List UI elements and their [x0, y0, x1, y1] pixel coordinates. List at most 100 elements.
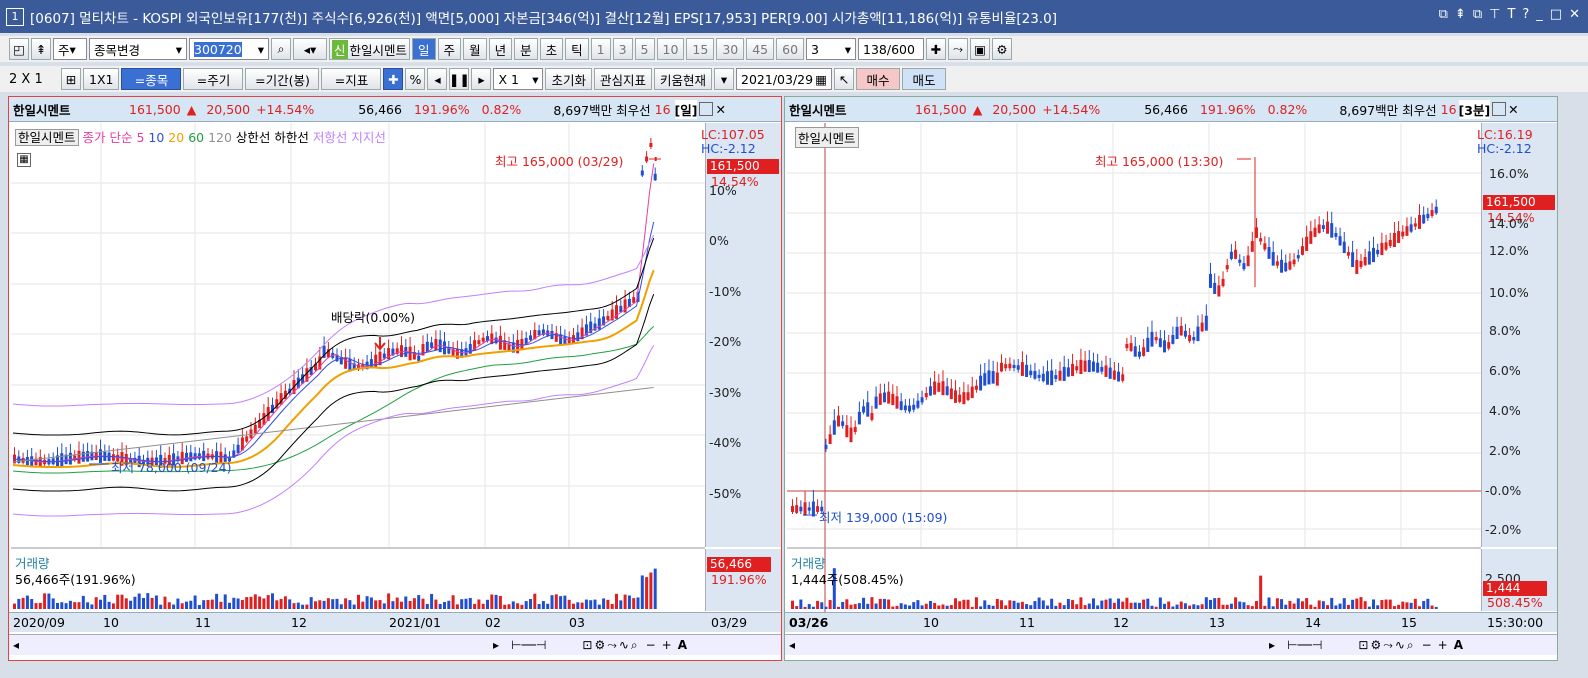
stock-code-value: 300720: [194, 41, 242, 57]
count-select[interactable]: 3 ▾: [806, 38, 857, 60]
period-month[interactable]: 월: [463, 38, 487, 60]
market-select[interactable]: 주 ▾: [53, 38, 87, 60]
candle-body: [649, 142, 653, 148]
zoom-in-icon[interactable]: ✚: [926, 38, 947, 60]
interval-30[interactable]: 30: [716, 38, 745, 60]
right-scroll-right-icon[interactable]: ▸: [1269, 638, 1275, 652]
volume-bar: [554, 594, 558, 609]
left-chart-tools-icon[interactable]: ⊡⚙⤳∿⌕: [582, 638, 639, 653]
date-input[interactable]: 2021/03/29 ▦: [736, 68, 833, 90]
right-zoom-in-icon[interactable]: +: [1438, 638, 1448, 652]
volume-bar: [206, 600, 210, 609]
new-badge: 신: [332, 39, 348, 59]
pause-icon[interactable]: ❚❚: [449, 68, 470, 90]
top-icon[interactable]: ⊤: [1489, 7, 1500, 22]
search-icon[interactable]: ⌕: [271, 38, 291, 60]
volume-bar: [271, 593, 274, 609]
right-zoom-slider[interactable]: ⊢──⊣: [1287, 638, 1322, 652]
volume-bar: [1179, 601, 1183, 609]
candle-body: [1154, 337, 1158, 341]
interval-3[interactable]: 3: [612, 38, 633, 60]
right-chart-tools-icon[interactable]: ⊡⚙⤳∿⌕: [1358, 638, 1415, 653]
period-day[interactable]: 일: [412, 38, 436, 60]
period-button[interactable]: =주기: [183, 68, 244, 90]
save-icon[interactable]: ▣: [970, 38, 991, 60]
candle-body: [1183, 330, 1187, 337]
volume-bar: [1075, 604, 1079, 609]
minimize-icon[interactable]: _: [1536, 7, 1543, 22]
kiwoom-dropdown-icon[interactable]: ▾: [714, 68, 735, 90]
chart-type-icon[interactable]: ⤳: [948, 38, 969, 60]
volume-bar: [1167, 601, 1171, 609]
volume-bar: [912, 602, 916, 609]
maximize-icon[interactable]: □: [1550, 7, 1562, 22]
volume-bar: [610, 603, 614, 609]
right-scroll-left-icon[interactable]: ◂: [789, 638, 795, 652]
interval-5[interactable]: 5: [634, 38, 655, 60]
text-icon[interactable]: T: [1507, 7, 1515, 22]
left-zoom-out-icon[interactable]: −: [646, 638, 656, 652]
volume-bar: [193, 595, 197, 609]
kiwoom-button[interactable]: 키움현재: [654, 68, 713, 90]
right-zoom-out-icon[interactable]: −: [1422, 638, 1432, 652]
left-zoom-slider[interactable]: ⊢──⊣: [511, 638, 546, 652]
right-scrollbar[interactable]: ◂ ▸ ⊢──⊣ ⊡⚙⤳∿⌕ − + A: [785, 634, 1557, 655]
left-scrollbar[interactable]: ◂ ▸ ⊢──⊣ ⊡⚙⤳∿⌕ − + A: [9, 634, 781, 655]
candle-body: [1367, 251, 1371, 265]
period-minute[interactable]: 분: [514, 38, 538, 60]
fav-index-button[interactable]: 관심지표: [594, 68, 653, 90]
left-scroll-right-icon[interactable]: ▸: [493, 638, 499, 652]
interval-60[interactable]: 60: [776, 38, 805, 60]
sound-icon[interactable]: ◂▾: [293, 38, 327, 60]
left-auto-icon[interactable]: A: [678, 638, 687, 652]
settings-icon[interactable]: ⚙: [992, 38, 1013, 60]
volume-bar: [920, 605, 924, 609]
cursor-icon[interactable]: ↖: [834, 68, 855, 90]
pin-icon[interactable]: ⇞: [1455, 7, 1466, 22]
candle-body: [77, 450, 81, 464]
stock-code-input[interactable]: 300720 ▾: [189, 38, 269, 60]
multiplier-select[interactable]: X 1 ▾: [493, 68, 544, 90]
interval-10[interactable]: 10: [656, 38, 685, 60]
stock-name-field[interactable]: 신 한일시멘트: [329, 38, 411, 60]
period-year[interactable]: 년: [488, 38, 513, 60]
left-scroll-left-icon[interactable]: ◂: [13, 638, 19, 652]
restore-icon[interactable]: ⧉: [1439, 7, 1448, 22]
one-by-one-button[interactable]: 1X1: [83, 68, 120, 90]
interval-1[interactable]: 1: [590, 38, 611, 60]
left-zoom-in-icon[interactable]: +: [662, 638, 672, 652]
range-button[interactable]: =기간(봉): [245, 68, 320, 90]
crosshair-icon[interactable]: ✚: [383, 68, 404, 90]
candle-body: [1376, 249, 1380, 255]
volume-bar: [1259, 575, 1263, 609]
volume-bar: [103, 594, 107, 609]
volume-bar: [866, 603, 870, 609]
percent-button[interactable]: %: [405, 68, 426, 90]
item-button[interactable]: =종목: [121, 68, 182, 90]
close-icon[interactable]: ✕: [1569, 7, 1580, 22]
volume-bar: [966, 599, 970, 609]
copy-window-icon[interactable]: ⧉: [1473, 7, 1482, 22]
sell-button[interactable]: 매도: [902, 68, 947, 90]
interval-45[interactable]: 45: [746, 38, 775, 60]
interval-15[interactable]: 15: [686, 38, 715, 60]
period-second[interactable]: 초: [539, 38, 564, 60]
scroll-right-icon[interactable]: ▸: [471, 68, 492, 90]
right-auto-icon[interactable]: A: [1454, 638, 1463, 652]
scroll-left-icon[interactable]: ◂: [427, 68, 448, 90]
volume-bar: [163, 596, 167, 609]
period-week[interactable]: 주: [437, 38, 462, 60]
volume-bar: [352, 604, 356, 609]
layout-icon[interactable]: ◰: [9, 38, 29, 60]
stock-change-select[interactable]: 종목변경 ▾: [89, 38, 187, 60]
index-button[interactable]: =지표: [321, 68, 382, 90]
candle-body: [874, 396, 878, 409]
period-tick[interactable]: 틱: [565, 38, 589, 60]
help-icon[interactable]: ?: [1522, 7, 1529, 22]
init-button[interactable]: 초기화: [545, 68, 592, 90]
table-icon[interactable]: ▦: [17, 153, 31, 167]
grid-icon[interactable]: ⊞: [61, 68, 81, 90]
pin-top-icon[interactable]: ⇞: [31, 38, 51, 60]
buy-button[interactable]: 매수: [856, 68, 901, 90]
volume-bar: [632, 598, 636, 609]
